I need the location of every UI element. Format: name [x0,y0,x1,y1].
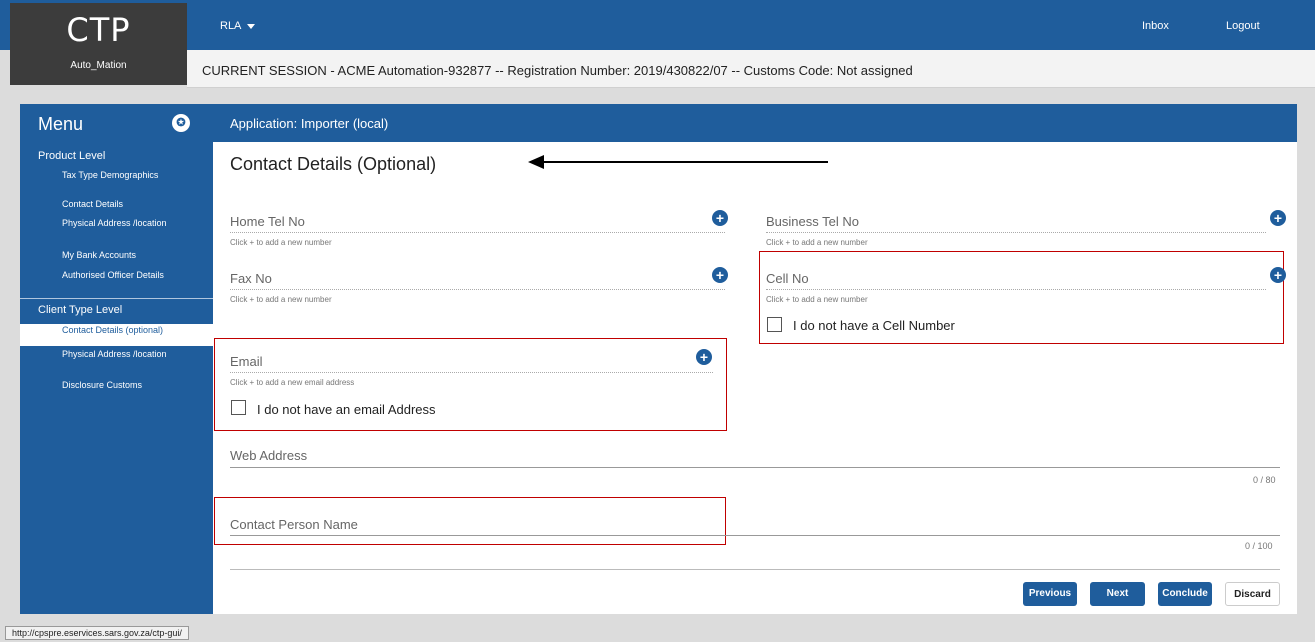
sidebar-item-physical-address[interactable]: Physical Address /location [20,218,213,240]
sidebar-section-product-level: Product Level [38,150,106,162]
menu-toggle-icon[interactable]: ✪ [172,114,190,132]
inbox-link[interactable]: Inbox [1142,20,1169,32]
no-cell-checkbox[interactable] [767,317,782,332]
no-email-checkbox[interactable] [231,400,246,415]
form-divider [230,569,1280,570]
contact-person-counter: 0 / 100 [1245,541,1273,551]
cell-underline [766,289,1266,290]
sidebar-item-authorised-officer[interactable]: Authorised Officer Details [20,270,213,292]
cell-label: Cell No [766,271,809,286]
application-header: Application: Importer (local) [213,104,1297,142]
next-button[interactable]: Next [1090,582,1145,606]
sidebar-item-my-bank-accounts[interactable]: My Bank Accounts [20,250,213,262]
page-title: Contact Details (Optional) [230,154,437,174]
add-fax-icon[interactable]: + [712,267,728,283]
cell-field: Cell No Click + to add a new number [766,271,1276,311]
fax-hint: Click + to add a new number [230,295,332,304]
contact-person-label: Contact Person Name [230,517,358,532]
email-label: Email [230,354,263,369]
sidebar-divider [20,298,213,299]
annotation-arrow-line [543,161,828,163]
top-bar: RLA Inbox Logout [0,0,1315,50]
add-email-icon[interactable]: + [696,349,712,365]
add-home-tel-icon[interactable]: + [712,210,728,226]
sidebar-item-tax-type-demographics[interactable]: Tax Type Demographics [20,170,213,192]
business-tel-field: Business Tel No Click + to add a new num… [766,214,1276,254]
session-bar: CURRENT SESSION - ACME Automation-932877… [187,50,1315,88]
web-address-input[interactable] [230,467,1280,468]
home-tel-hint: Click + to add a new number [230,238,332,247]
status-url: http://cpspre.eservices.sars.gov.za/ctp-… [5,626,189,640]
business-tel-hint: Click + to add a new number [766,238,868,247]
add-business-tel-icon[interactable]: + [1270,210,1286,226]
web-address-label: Web Address [230,448,308,463]
annotation-arrow-head [528,155,544,169]
no-email-checkbox-label: I do not have an email Address [257,402,436,417]
menu-header: Menu ✪ [20,104,213,142]
logo-subtitle: Auto_Mation [70,60,127,71]
sidebar-item-contact-details-optional[interactable]: Contact Details (optional) [20,324,213,346]
main-frame: Menu ✪ Product Level Tax Type Demographi… [20,104,1297,614]
sidebar-item-disclosure-customs[interactable]: Disclosure Customs [20,380,213,392]
home-tel-field: Home Tel No Click + to add a new number [230,214,730,254]
sidebar-section-client-type-level: Client Type Level [38,304,123,316]
no-cell-checkbox-label: I do not have a Cell Number [793,318,955,333]
menu-title: Menu [38,114,84,134]
rla-label: RLA [220,20,242,32]
app-logo: CTP Auto_Mation [10,3,187,85]
conclude-button[interactable]: Conclude [1158,582,1212,606]
rla-dropdown[interactable]: RLA [220,20,256,32]
business-tel-underline [766,232,1266,233]
business-tel-label: Business Tel No [766,214,859,229]
logout-link[interactable]: Logout [1226,20,1260,32]
sidebar-item-physical-address-client[interactable]: Physical Address /location [20,349,213,371]
application-title: Application: Importer (local) [230,116,389,131]
fax-field: Fax No Click + to add a new number [230,271,730,311]
add-cell-icon[interactable]: + [1270,267,1286,283]
session-text: CURRENT SESSION - ACME Automation-932877… [202,63,913,78]
fax-label: Fax No [230,271,272,286]
sidebar-item-contact-details[interactable]: Contact Details [20,199,213,211]
cell-hint: Click + to add a new number [766,295,868,304]
email-underline [230,372,713,373]
logo-title: CTP [66,11,131,49]
web-address-counter: 0 / 80 [1253,475,1276,485]
caret-down-icon [247,23,256,29]
contact-person-input[interactable] [230,535,1280,536]
fax-underline [230,289,725,290]
home-tel-underline [230,232,725,233]
email-field: Email Click + to add a new email address [230,354,720,394]
previous-button[interactable]: Previous [1023,582,1077,606]
form-content: Contact Details (Optional) Home Tel No C… [213,142,1297,614]
discard-button[interactable]: Discard [1225,582,1280,606]
email-hint: Click + to add a new email address [230,378,355,387]
sidebar: Product Level Tax Type Demographics Cont… [20,142,213,614]
home-tel-label: Home Tel No [230,214,305,229]
